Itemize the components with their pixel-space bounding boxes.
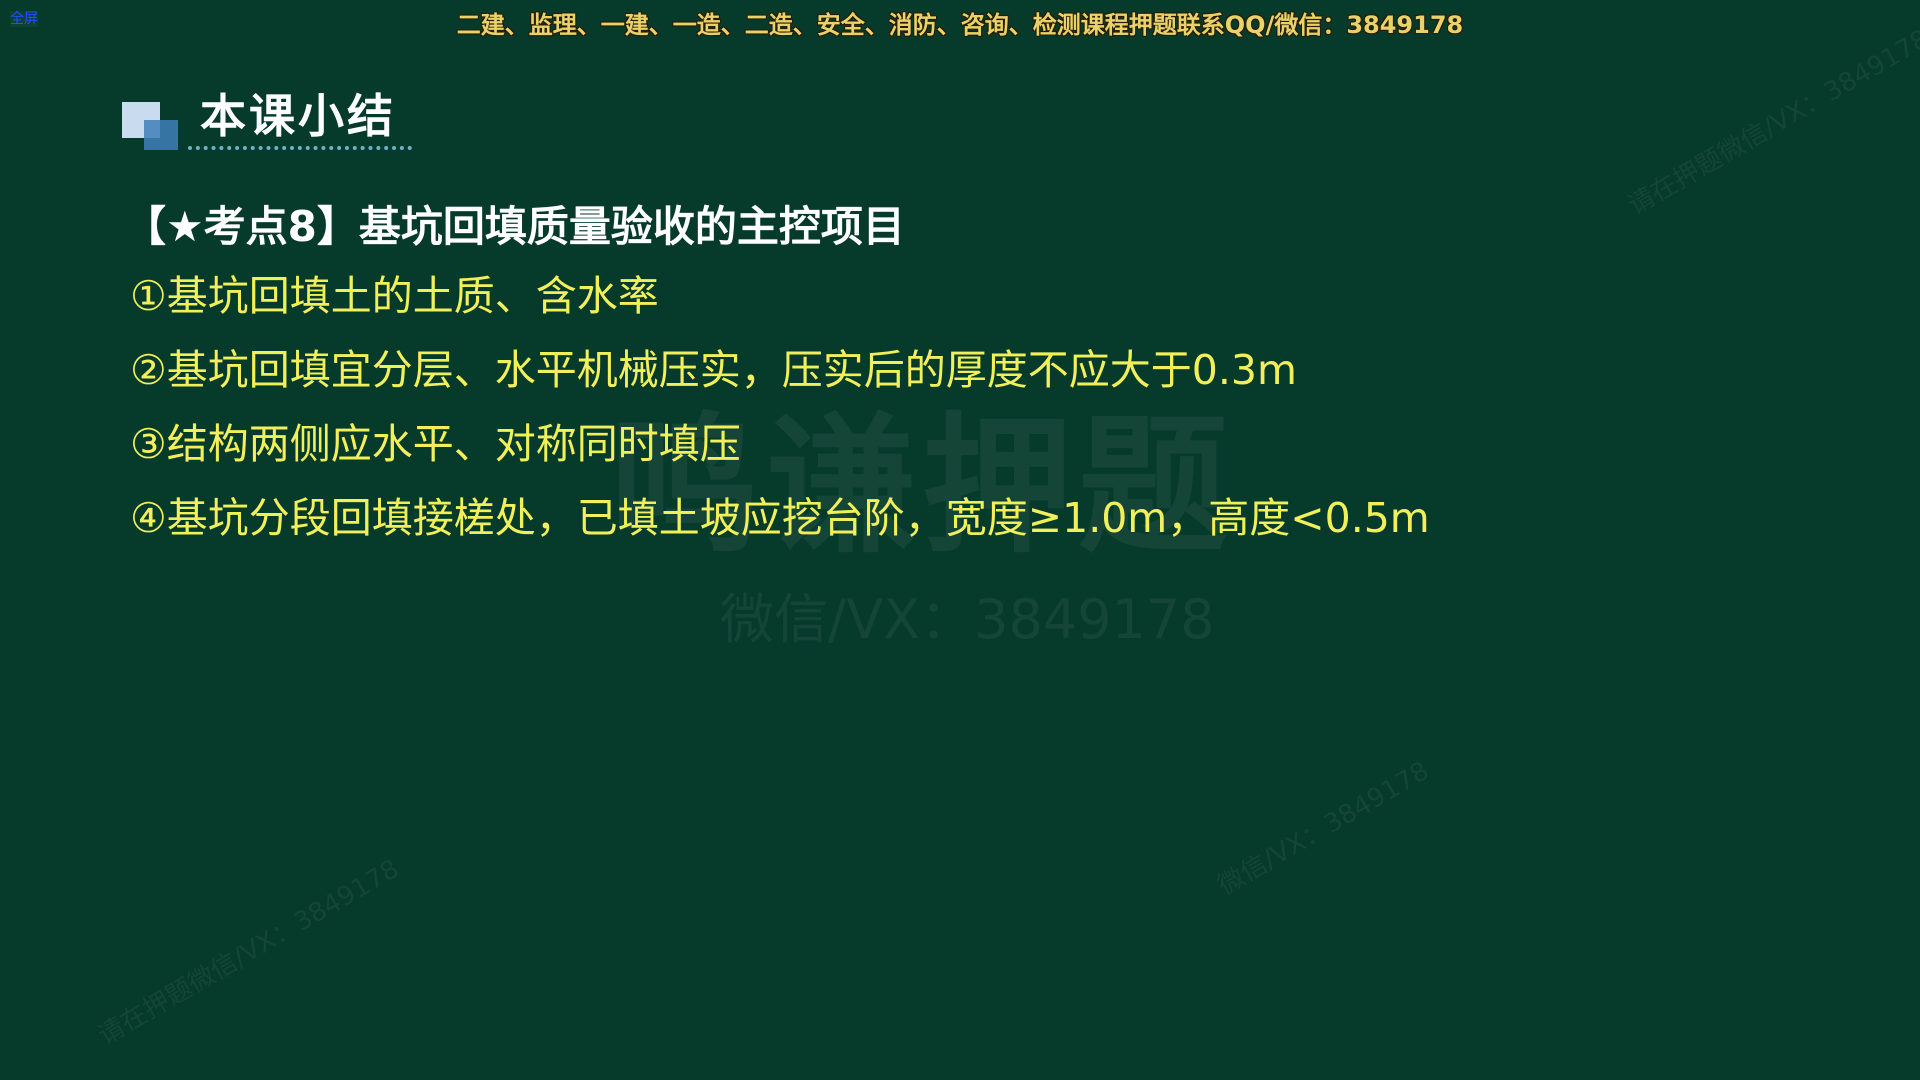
watermark-diagonal: 请在押题微信/VX：3849178 xyxy=(1623,24,1920,222)
watermark-diagonal: 微信/VX：3849178 xyxy=(1213,756,1435,902)
section-square-icon xyxy=(122,102,182,152)
list-item: ①基坑回填土的土质、含水率 xyxy=(130,272,659,320)
section-underline xyxy=(188,146,412,150)
top-banner: 二建、监理、一建、一造、二造、安全、消防、咨询、检测课程押题联系QQ/微信：38… xyxy=(456,11,1464,39)
slide-stage: 全屏 二建、监理、一建、一造、二造、安全、消防、咨询、检测课程押题联系QQ/微信… xyxy=(0,0,1920,1080)
watermark-contact: 微信/VX：3849178 xyxy=(720,588,1215,651)
list-item: ④基坑分段回填接槎处，已填土坡应挖台阶，宽度≥1.0m，高度<0.5m xyxy=(130,494,1430,542)
section-title: 本课小结 xyxy=(200,89,396,143)
watermark-diagonal: 请在押题微信/VX：3849178 xyxy=(93,854,405,1052)
list-item: ②基坑回填宜分层、水平机械压实，压实后的厚度不应大于0.3m xyxy=(130,346,1297,394)
exam-point-heading: 【★考点8】基坑回填质量验收的主控项目 xyxy=(124,202,905,251)
list-item: ③结构两侧应水平、对称同时填压 xyxy=(130,420,741,468)
slide-content: 【★考点8】基坑回填质量验收的主控项目 ①基坑回填土的土质、含水率 ②基坑回填宜… xyxy=(124,195,1630,555)
section-header: 本课小结 xyxy=(122,80,452,160)
